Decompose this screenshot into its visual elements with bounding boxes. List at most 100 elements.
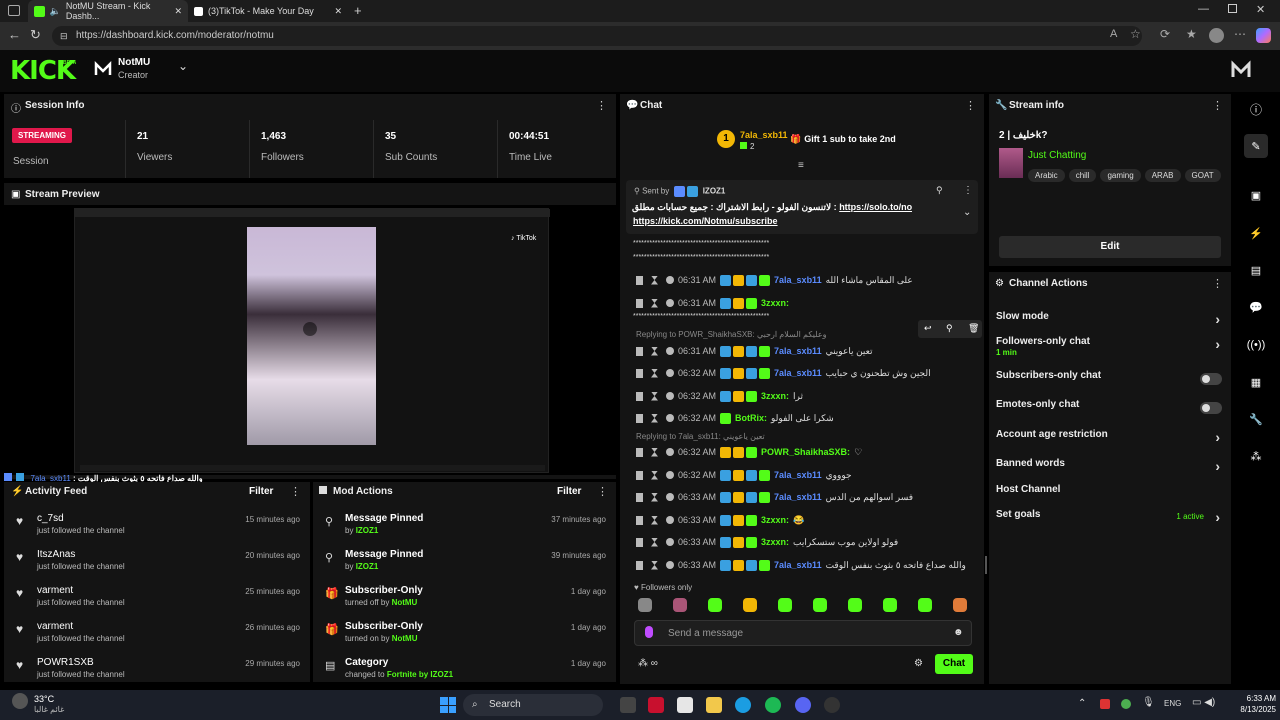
refresh-extension-icon[interactable]: ⟳	[1160, 27, 1170, 41]
chat-message[interactable]: 06:31 AM 3zxxn:	[636, 294, 976, 312]
chat-menu-icon[interactable]: ⋮	[965, 99, 976, 112]
chat-message[interactable]: 06:31 AM 7ala_sxb11 على المقاس ماشاء الله	[636, 271, 976, 289]
chat-message[interactable]: 06:33 AM 3zxxn: فولو اولاين موب ستسكرايب	[636, 533, 976, 551]
network-volume-icon[interactable]: ▭ ◀)	[1192, 697, 1215, 708]
emote-icon[interactable]	[778, 598, 792, 612]
unpin-icon[interactable]: ⚲	[936, 185, 943, 196]
tray-app-icon[interactable]	[1100, 699, 1110, 709]
store-icon[interactable]	[677, 697, 693, 713]
channel-action-item[interactable]: Set goals 1 active ›	[996, 509, 1226, 527]
delete-message-icon[interactable]	[636, 447, 643, 457]
delete-message-icon[interactable]	[636, 470, 643, 480]
chevron-right-icon[interactable]: ›	[1215, 311, 1220, 327]
profile-avatar[interactable]	[1209, 28, 1224, 43]
timeout-icon[interactable]	[651, 492, 658, 502]
close-tab-icon[interactable]: ✕	[174, 6, 182, 17]
close-window-icon[interactable]: ✕	[1256, 3, 1265, 16]
message-username[interactable]: 3zxxn:	[761, 298, 789, 308]
favorite-star-icon[interactable]: ☆	[1130, 27, 1141, 41]
channel-action-item[interactable]: Banned words ›	[996, 458, 1226, 476]
message-username[interactable]: 3zxxn:	[761, 537, 789, 547]
back-icon[interactable]: ←	[8, 27, 21, 42]
stream-tag[interactable]: GOAT	[1184, 169, 1221, 182]
toggle-switch[interactable]	[1200, 373, 1222, 385]
minimize-icon[interactable]: —	[1198, 3, 1209, 15]
user-menu-logo-icon[interactable]	[1231, 60, 1251, 80]
pause-icon[interactable]	[303, 322, 317, 336]
delete-message-icon[interactable]	[636, 537, 643, 547]
chat-toggle-icon[interactable]: 💬	[1244, 295, 1268, 319]
chat-tools-icon[interactable]: ⁂ ∞	[638, 658, 658, 669]
video-player[interactable]: ♪ TikTok	[4, 205, 616, 475]
delete-message-icon[interactable]	[636, 391, 643, 401]
ban-icon[interactable]	[666, 347, 674, 355]
category-name[interactable]: Just Chatting	[1028, 150, 1086, 161]
preview-toggle-icon[interactable]: ▣	[1244, 183, 1268, 207]
message-username[interactable]: 3zxxn:	[761, 391, 789, 401]
copilot-icon[interactable]	[1256, 28, 1271, 43]
favorites-icon[interactable]: ★	[1186, 27, 1197, 41]
message-username[interactable]: 7ala_sxb11	[774, 368, 822, 378]
windows-start-icon[interactable]	[440, 697, 456, 713]
channel-action-item[interactable]: Slow mode ›	[996, 311, 1226, 329]
timeout-icon[interactable]	[651, 298, 658, 308]
ban-icon[interactable]	[666, 414, 674, 422]
top-gifter-name[interactable]: 7ala_sxb11	[740, 130, 788, 140]
clock-date[interactable]: 8/13/2025	[1226, 705, 1276, 714]
delete-message-icon[interactable]	[636, 515, 643, 525]
toggle-switch[interactable]	[1200, 402, 1222, 414]
follower-name[interactable]: ItszAnas	[37, 549, 75, 560]
chat-message[interactable]: 06:32 AM BotRix: شكرا على الفولو	[636, 409, 976, 427]
emote-icon[interactable]	[813, 598, 827, 612]
ban-icon[interactable]	[666, 276, 674, 284]
channel-avatar[interactable]	[94, 60, 112, 78]
pinned-link-solo[interactable]: https://solo.to/notmu	[839, 202, 912, 212]
chevron-right-icon[interactable]: ›	[1215, 458, 1220, 474]
channel-action-item[interactable]: Followers-only chat › 1 min	[996, 336, 1226, 357]
timeout-icon[interactable]	[651, 537, 658, 547]
emote-icon[interactable]	[883, 598, 897, 612]
tab-actions-icon[interactable]	[8, 5, 20, 16]
chat-input-box[interactable]: Send a message ☻	[634, 620, 972, 646]
language-indicator[interactable]: ENG	[1164, 699, 1181, 708]
stream-info-menu-icon[interactable]: ⋮	[1212, 99, 1223, 112]
delete-message-icon[interactable]	[636, 560, 643, 570]
message-username[interactable]: POWR_ShaikhaSXB:	[761, 447, 850, 457]
pin-message-icon[interactable]: ⚲	[946, 323, 953, 334]
timeout-icon[interactable]	[651, 515, 658, 525]
url-field[interactable]: ⊟ https://dashboard.kick.com/moderator/n…	[52, 26, 1142, 46]
ban-icon[interactable]	[666, 369, 674, 377]
timeout-icon[interactable]	[651, 391, 658, 401]
ban-icon[interactable]	[666, 493, 674, 501]
tab-kick-dashboard[interactable]: 🔈 NotMU Stream - Kick Dashb... ✕	[28, 0, 188, 22]
site-info-icon[interactable]: ⊟	[60, 26, 68, 46]
message-username[interactable]: 7ala_sxb11	[774, 346, 822, 356]
microphone-tray-icon[interactable]: 🎙	[1142, 697, 1155, 708]
follower-name[interactable]: POWR1SXB	[37, 657, 94, 668]
info-icon[interactable]: ⓘ	[1244, 97, 1268, 121]
message-username[interactable]: BotRix:	[735, 413, 767, 423]
message-username[interactable]: 3zxxn:	[761, 515, 789, 525]
timeout-icon[interactable]	[651, 560, 658, 570]
channel-action-item[interactable]: Account age restriction ›	[996, 429, 1226, 447]
channel-action-item[interactable]: Host Channel	[996, 484, 1226, 502]
stream-tag[interactable]: gaming	[1100, 169, 1141, 182]
amd-icon[interactable]	[648, 697, 664, 713]
ban-icon[interactable]	[666, 471, 674, 479]
timeout-icon[interactable]	[651, 470, 658, 480]
emote-icon[interactable]	[743, 598, 757, 612]
stream-tag[interactable]: Arabic	[1028, 169, 1065, 182]
follower-name[interactable]: varment	[37, 621, 73, 632]
delete-message-icon[interactable]	[636, 275, 643, 285]
mod-action-user[interactable]: NotMU	[392, 598, 418, 607]
chat-message[interactable]: 06:31 AM 7ala_sxb11 تعين ياعويني	[636, 342, 976, 360]
channel-action-item[interactable]: Emotes-only chat	[996, 399, 1226, 417]
pinned-link-subscribe[interactable]: https://kick.com/Notmu/subscribe	[633, 216, 778, 226]
channel-switch-chevron-icon[interactable]: ⌄	[178, 59, 188, 73]
chat-message[interactable]: 06:32 AM 7ala_sxb11 الجين وش تطحنون ي حباي…	[636, 364, 976, 382]
emote-icon[interactable]	[708, 598, 722, 612]
message-username[interactable]: 7ala_sxb11	[774, 470, 822, 480]
chat-settings-gear-icon[interactable]: ⚙	[914, 658, 923, 669]
message-username[interactable]: 7ala_sxb11	[774, 560, 822, 570]
expand-chevron-icon[interactable]: ⌄	[963, 207, 971, 218]
